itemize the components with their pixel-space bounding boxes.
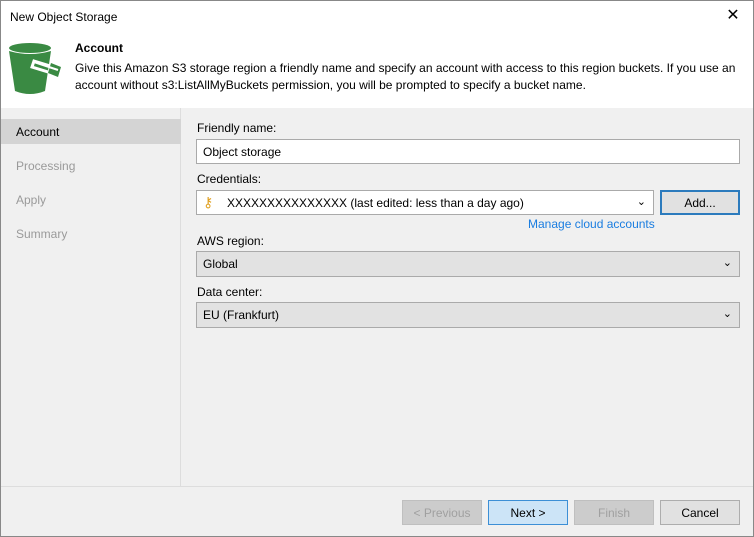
previous-button[interactable]: < Previous xyxy=(402,500,482,525)
data-center-value: EU (Frankfurt) xyxy=(203,308,280,322)
credentials-value: XXXXXXXXXXXXXXX (last edited: less than … xyxy=(227,196,524,210)
step-account[interactable]: Account xyxy=(1,119,181,144)
aws-region-dropdown[interactable]: Global ⌄ xyxy=(196,251,740,277)
close-icon[interactable]: ✕ xyxy=(721,5,745,25)
step-title: Account xyxy=(75,41,123,55)
manage-cloud-accounts-link[interactable]: Manage cloud accounts xyxy=(528,217,655,231)
step-description: Give this Amazon S3 storage region a fri… xyxy=(75,61,736,92)
window-title: New Object Storage xyxy=(10,10,118,24)
add-credentials-button[interactable]: Add... xyxy=(660,190,740,215)
footer-divider xyxy=(1,486,753,487)
step-apply: Apply xyxy=(16,193,47,207)
finish-button[interactable]: Finish xyxy=(574,500,654,525)
wizard-steps: Account Processing Apply Summary xyxy=(1,108,181,486)
friendly-name-input[interactable]: Object storage xyxy=(196,139,740,164)
chevron-down-icon: ⌄ xyxy=(636,196,646,208)
bucket-icon xyxy=(9,43,62,94)
cancel-button[interactable]: Cancel xyxy=(660,500,740,525)
next-button[interactable]: Next > xyxy=(488,500,568,525)
title-bar: New Object Storage ✕ xyxy=(1,1,753,33)
step-processing: Processing xyxy=(16,159,76,173)
new-object-storage-dialog: New Object Storage ✕ Account Give this A… xyxy=(0,0,754,537)
credentials-dropdown[interactable]: ⚷ XXXXXXXXXXXXXXX (last edited: less tha… xyxy=(196,190,654,215)
data-center-dropdown[interactable]: EU (Frankfurt) ⌄ xyxy=(196,302,740,328)
chevron-down-icon: ⌄ xyxy=(722,308,732,320)
friendly-name-label: Friendly name: xyxy=(197,121,277,135)
step-summary: Summary xyxy=(16,227,68,241)
wizard-header: Account Give this Amazon S3 storage regi… xyxy=(1,33,753,108)
aws-region-label: AWS region: xyxy=(197,234,264,248)
aws-region-value: Global xyxy=(203,257,238,271)
chevron-down-icon: ⌄ xyxy=(722,257,732,269)
data-center-label: Data center: xyxy=(197,285,263,299)
credentials-label: Credentials: xyxy=(197,172,262,186)
key-icon: ⚷ xyxy=(203,194,214,210)
